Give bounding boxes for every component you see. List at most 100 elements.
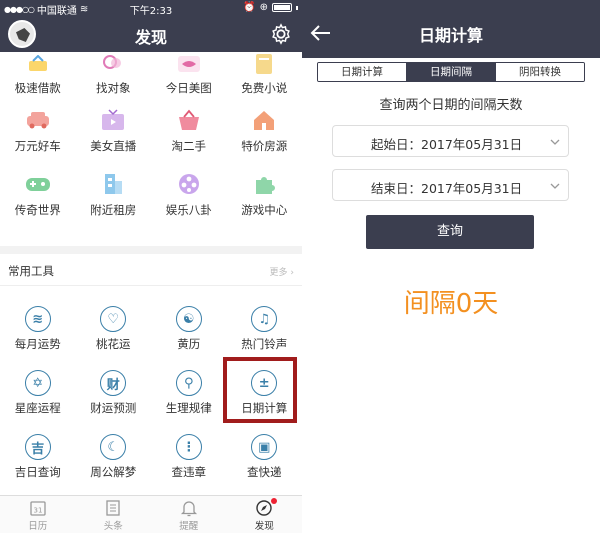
tool-label: 每月运势 bbox=[14, 337, 61, 351]
tool-item[interactable]: ⚲ 生理规律 bbox=[151, 360, 227, 424]
tool-item[interactable]: ♡ 桃花运 bbox=[76, 296, 152, 360]
tab-label: 提醒 bbox=[179, 521, 199, 532]
bell-icon bbox=[180, 501, 197, 517]
section-divider bbox=[0, 246, 302, 254]
tool-label: 生理规律 bbox=[165, 401, 212, 415]
page-title: 发现 bbox=[134, 28, 167, 47]
heart-icon: ♡ bbox=[100, 306, 127, 332]
gamepad-icon bbox=[24, 170, 52, 198]
service-novel[interactable]: 免费小说 bbox=[227, 52, 303, 100]
car-icon bbox=[24, 106, 52, 134]
gear-icon[interactable] bbox=[270, 23, 292, 45]
service-gossip[interactable]: 娱乐八卦 bbox=[151, 164, 227, 228]
basket-icon bbox=[175, 106, 203, 134]
tool-item[interactable]: ⋮ 查违章 bbox=[151, 424, 227, 488]
mode-segmented-control: 日期计算 日期间隔 阴阳转换 bbox=[317, 62, 585, 82]
tab-calendar[interactable]: 31 日历 bbox=[0, 496, 76, 533]
service-secondhand[interactable]: 淘二手 bbox=[151, 100, 227, 164]
tool-label: 星座运程 bbox=[14, 401, 61, 415]
tab-date-interval[interactable]: 日期间隔 bbox=[407, 63, 496, 81]
start-date-field[interactable]: 起始日：2017年05月31日 bbox=[332, 125, 569, 157]
tool-item[interactable]: ☯ 黄历 bbox=[151, 296, 227, 360]
loan-icon bbox=[24, 52, 52, 76]
start-date-label: 起始日：2017年05月31日 bbox=[371, 137, 523, 152]
service-photos[interactable]: 今日美图 bbox=[151, 52, 227, 100]
battery-icon bbox=[272, 3, 292, 12]
service-game-legend[interactable]: 传奇世界 bbox=[0, 164, 76, 228]
tab-headlines[interactable]: 头条 bbox=[76, 496, 152, 533]
tab-date-calc[interactable]: 日期计算 bbox=[318, 63, 407, 81]
house-icon bbox=[250, 106, 278, 134]
service-game-center[interactable]: 游戏中心 bbox=[227, 164, 303, 228]
tool-label: 周公解梦 bbox=[90, 465, 137, 479]
tools-title: 常用工具 bbox=[8, 264, 54, 278]
book-icon bbox=[250, 52, 278, 76]
notification-dot bbox=[270, 498, 277, 504]
service-car[interactable]: 万元好车 bbox=[0, 100, 76, 164]
services-grid: 极速借款 找对象 今日美图 免费小说 万元好车 美女直播 淘二手 特价房源 传奇… bbox=[0, 52, 302, 228]
tool-label: 黄历 bbox=[177, 337, 201, 351]
news-icon bbox=[106, 500, 120, 516]
dating-icon bbox=[99, 52, 127, 76]
puzzle-icon bbox=[250, 170, 278, 198]
service-house[interactable]: 特价房源 bbox=[227, 100, 303, 164]
lips-icon bbox=[175, 52, 203, 76]
chevron-down-icon bbox=[550, 139, 560, 145]
page-title: 日期计算 bbox=[418, 26, 483, 45]
query-button[interactable]: 查询 bbox=[366, 215, 534, 249]
service-rent[interactable]: 附近租房 bbox=[76, 164, 152, 228]
delivery-icon: ▣ bbox=[251, 434, 278, 460]
tool-item[interactable]: 财财运预测 bbox=[76, 360, 152, 424]
tab-lunar-convert[interactable]: 阴阳转换 bbox=[496, 63, 584, 81]
end-date-label: 结束日：2017年05月31日 bbox=[371, 181, 523, 196]
tool-label: 查违章 bbox=[171, 465, 207, 479]
tool-label: 热门铃声 bbox=[241, 337, 288, 351]
tools-section-header: 常用工具 更多 › bbox=[0, 254, 302, 286]
tool-label: 查快递 bbox=[247, 465, 282, 479]
tool-label: 桃花运 bbox=[96, 337, 131, 351]
discover-header: 发现 bbox=[0, 16, 302, 52]
service-live[interactable]: 美女直播 bbox=[76, 100, 152, 164]
section-subtitle: 查询两个日期的间隔天数 bbox=[379, 98, 523, 113]
tool-item[interactable]: 吉吉日查询 bbox=[0, 424, 76, 488]
lock-icon: ⊕ bbox=[259, 2, 268, 13]
chevron-down-icon bbox=[550, 183, 560, 189]
yinyang-icon: ☯ bbox=[175, 306, 202, 332]
wealth-icon: 财 bbox=[100, 370, 127, 396]
service-dating[interactable]: 找对象 bbox=[76, 52, 152, 100]
end-date-field[interactable]: 结束日：2017年05月31日 bbox=[332, 169, 569, 201]
lucky-day-icon: 吉 bbox=[24, 434, 51, 460]
svg-text:31: 31 bbox=[33, 507, 42, 515]
tab-reminders[interactable]: 提醒 bbox=[151, 496, 227, 533]
tv-icon bbox=[99, 106, 127, 134]
building-icon bbox=[99, 170, 127, 198]
tool-label: 财运预测 bbox=[90, 401, 137, 415]
tab-label: 日历 bbox=[28, 521, 48, 532]
tool-item[interactable]: ✡ 星座运程 bbox=[0, 360, 76, 424]
tool-item[interactable]: ▣ 查快递 bbox=[227, 424, 303, 488]
tool-item[interactable]: ☾ 周公解梦 bbox=[76, 424, 152, 488]
star-icon: ✡ bbox=[24, 370, 51, 396]
tool-item[interactable]: ≋ 每月运势 bbox=[0, 296, 76, 360]
date-calc-header: 日期计算 bbox=[302, 0, 600, 58]
discover-screen: ●●●○○ 中国联通 ≋ 下午2:33 ⏰ ⊕ 发现 极速借款 找对象 今日美图… bbox=[0, 0, 302, 533]
date-calc-highlight bbox=[223, 357, 297, 423]
tools-more-link[interactable]: 更多 › bbox=[270, 265, 294, 278]
magnifier-icon: ⚲ bbox=[175, 370, 202, 396]
tab-label: 头条 bbox=[103, 521, 123, 532]
tab-label: 发现 bbox=[254, 521, 274, 532]
film-reel-icon bbox=[175, 170, 203, 198]
calendar-icon: 31 bbox=[30, 501, 46, 516]
coin-icon: ≋ bbox=[24, 306, 51, 332]
tool-item[interactable]: ♫ 热门铃声 bbox=[227, 296, 303, 360]
bottom-tab-bar: 31 日历 头条 提醒 发现 bbox=[0, 495, 302, 533]
result-text: 间隔0天 bbox=[403, 289, 499, 319]
music-icon: ♫ bbox=[251, 306, 278, 332]
tool-label: 吉日查询 bbox=[14, 465, 61, 479]
moon-icon: ☾ bbox=[100, 434, 127, 460]
status-bar: ●●●○○ 中国联通 ≋ 下午2:33 ⏰ ⊕ bbox=[0, 0, 302, 17]
date-calc-screen: 日期计算 日期计算 日期间隔 阴阳转换 查询两个日期的间隔天数 起始日：2017… bbox=[302, 0, 600, 533]
service-loan[interactable]: 极速借款 bbox=[0, 52, 76, 100]
alarm-icon: ⏰ bbox=[243, 2, 256, 13]
tab-discover[interactable]: 发现 bbox=[227, 496, 303, 533]
